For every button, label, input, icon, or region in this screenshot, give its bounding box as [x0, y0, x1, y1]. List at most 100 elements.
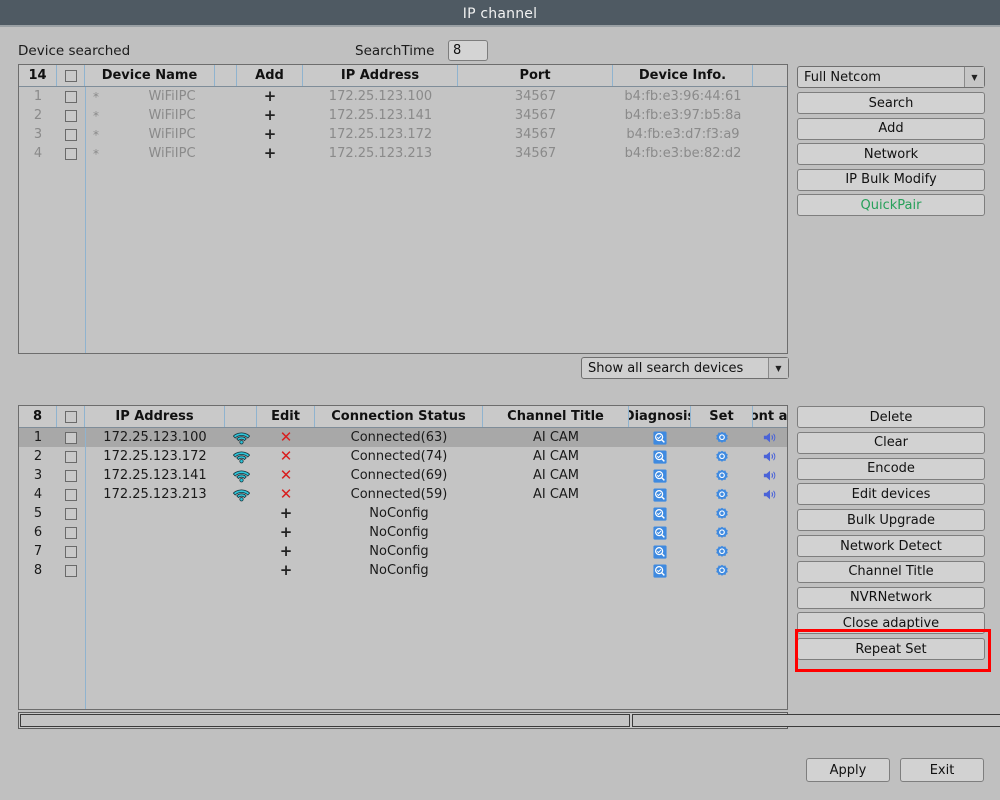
show-devices-filter-dropdown[interactable]: Show all search devices ▼ [581, 357, 789, 379]
row-checkbox[interactable] [57, 523, 85, 542]
edit-action[interactable]: + [257, 504, 315, 523]
set-action[interactable] [691, 485, 753, 504]
delete-button[interactable]: Delete [797, 406, 985, 428]
channel-list-table[interactable]: 8 IP Address Edit Connection Status Chan… [18, 405, 788, 710]
set-action[interactable] [691, 466, 753, 485]
diagnosis-action[interactable] [629, 542, 691, 561]
row-checkbox[interactable] [57, 485, 85, 504]
network-detect-button[interactable]: Network Detect [797, 535, 985, 557]
diagnosis-action[interactable] [629, 447, 691, 466]
bulk-upgrade-button[interactable]: Bulk Upgrade [797, 509, 985, 531]
table-row[interactable]: 8+NoConfig [19, 561, 787, 580]
select-all-checkbox[interactable] [65, 411, 77, 423]
row-checkbox[interactable] [57, 542, 85, 561]
edit-action[interactable]: ✕ [257, 428, 315, 447]
row-checkbox[interactable] [57, 144, 85, 163]
row-checkbox[interactable] [57, 561, 85, 580]
encode-button[interactable]: Encode [797, 458, 985, 480]
exit-button[interactable]: Exit [900, 758, 984, 782]
row-checkbox[interactable] [57, 125, 85, 144]
repeat-set-button[interactable]: Repeat Set [797, 638, 985, 660]
col-select-all[interactable] [57, 65, 85, 86]
edit-action[interactable]: + [257, 561, 315, 580]
scrollbar-track-left[interactable] [20, 714, 630, 727]
clear-button[interactable]: Clear [797, 432, 985, 454]
gear-icon [715, 488, 729, 502]
edit-action[interactable]: ✕ [257, 447, 315, 466]
search-time-input[interactable]: 8 [448, 40, 488, 61]
row-checkbox[interactable] [57, 447, 85, 466]
add-button[interactable]: Add [797, 118, 985, 140]
add-device-button[interactable]: + [237, 125, 303, 144]
edit-devices-button[interactable]: Edit devices [797, 483, 985, 505]
select-all-checkbox[interactable] [65, 70, 77, 82]
edit-action[interactable]: ✕ [257, 485, 315, 504]
edit-action[interactable]: + [257, 523, 315, 542]
col-edit: Edit [257, 406, 315, 427]
front-audio-action[interactable] [753, 523, 787, 542]
row-checkbox[interactable] [57, 504, 85, 523]
col-select-all[interactable] [57, 406, 85, 427]
table-row[interactable]: 2*WiFiIPC+172.25.123.14134567b4:fb:e3:97… [19, 106, 787, 125]
search-button[interactable]: Search [797, 92, 985, 114]
set-action[interactable] [691, 542, 753, 561]
searched-devices-table[interactable]: 14 Device Name Add IP Address Port Devic… [18, 64, 788, 354]
front-audio-action[interactable] [753, 485, 787, 504]
apply-button[interactable]: Apply [806, 758, 890, 782]
table-row[interactable]: 4*WiFiIPC+172.25.123.21334567b4:fb:e3:be… [19, 144, 787, 163]
quickpair-button[interactable]: QuickPair [797, 194, 985, 216]
col-device-info: Device Info. [613, 65, 753, 86]
diagnosis-action[interactable] [629, 561, 691, 580]
row-checkbox[interactable] [57, 428, 85, 447]
front-audio-action[interactable] [753, 504, 787, 523]
chevron-down-icon[interactable]: ▼ [964, 67, 984, 87]
set-action[interactable] [691, 523, 753, 542]
add-device-button[interactable]: + [237, 106, 303, 125]
row-checkbox[interactable] [57, 87, 85, 106]
table-row[interactable]: 2172.25.123.172✕Connected(74)AI CAM [19, 447, 787, 466]
front-audio-action[interactable] [753, 561, 787, 580]
table-row[interactable]: 7+NoConfig [19, 542, 787, 561]
gear-icon [715, 431, 729, 445]
add-device-button[interactable]: + [237, 87, 303, 106]
set-action[interactable] [691, 428, 753, 447]
horizontal-scrollbar[interactable] [18, 712, 788, 729]
diagnosis-action[interactable] [629, 523, 691, 542]
table-row[interactable]: 5+NoConfig [19, 504, 787, 523]
channel-title-button[interactable]: Channel Title [797, 561, 985, 583]
network-button[interactable]: Network [797, 143, 985, 165]
table-row[interactable]: 1172.25.123.100✕Connected(63)AI CAM [19, 428, 787, 447]
row-index: 6 [19, 523, 57, 542]
front-audio-action[interactable] [753, 428, 787, 447]
wifi-status [225, 504, 257, 523]
channel-title [483, 542, 629, 561]
diagnosis-action[interactable] [629, 504, 691, 523]
diagnosis-action[interactable] [629, 466, 691, 485]
add-device-button[interactable]: + [237, 144, 303, 163]
channel-title [483, 504, 629, 523]
set-action[interactable] [691, 561, 753, 580]
ip-bulk-modify-button[interactable]: IP Bulk Modify [797, 169, 985, 191]
edit-action[interactable]: ✕ [257, 466, 315, 485]
edit-action[interactable]: + [257, 542, 315, 561]
wifi-icon [233, 450, 250, 464]
table-row[interactable]: 4172.25.123.213✕Connected(59)AI CAM [19, 485, 787, 504]
close-adaptive-button[interactable]: Close adaptive [797, 612, 985, 634]
set-action[interactable] [691, 447, 753, 466]
table-row[interactable]: 3172.25.123.141✕Connected(69)AI CAM [19, 466, 787, 485]
diagnosis-action[interactable] [629, 428, 691, 447]
row-checkbox[interactable] [57, 466, 85, 485]
nvrnetwork-button[interactable]: NVRNetwork [797, 587, 985, 609]
scrollbar-thumb[interactable] [632, 714, 1000, 727]
netcom-mode-dropdown[interactable]: Full Netcom ▼ [797, 66, 985, 88]
table-row[interactable]: 3*WiFiIPC+172.25.123.17234567b4:fb:e3:d7… [19, 125, 787, 144]
set-action[interactable] [691, 504, 753, 523]
diagnosis-action[interactable] [629, 485, 691, 504]
front-audio-action[interactable] [753, 447, 787, 466]
chevron-down-icon[interactable]: ▼ [768, 358, 788, 378]
table-row[interactable]: 1*WiFiIPC+172.25.123.10034567b4:fb:e3:96… [19, 87, 787, 106]
front-audio-action[interactable] [753, 466, 787, 485]
front-audio-action[interactable] [753, 542, 787, 561]
table-row[interactable]: 6+NoConfig [19, 523, 787, 542]
row-checkbox[interactable] [57, 106, 85, 125]
